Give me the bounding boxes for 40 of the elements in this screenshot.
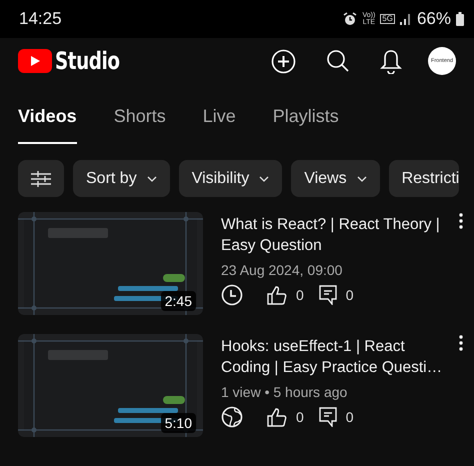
search-icon[interactable]	[326, 49, 350, 73]
duration-badge: 2:45	[160, 291, 196, 311]
video-title[interactable]: What is React? | React Theory | Easy Question	[221, 214, 456, 256]
filter-chip[interactable]: Restricti	[388, 160, 460, 197]
duration-badge: 5:10	[160, 413, 196, 433]
filter-button[interactable]	[18, 160, 64, 197]
alarm-icon	[343, 12, 358, 26]
filter-sliders-icon	[30, 170, 52, 188]
like-count: 0	[296, 287, 304, 303]
chevron-down-icon	[356, 176, 367, 182]
battery-percent: 66%	[416, 9, 451, 29]
clock-icon	[221, 284, 243, 306]
app-title: Studio	[55, 47, 120, 75]
tab[interactable]: Videos	[18, 84, 77, 144]
tab[interactable]: Playlists	[272, 84, 339, 144]
comment-icon	[318, 407, 337, 427]
filter-chip[interactable]: Views	[291, 160, 380, 197]
signal-icon	[400, 13, 412, 25]
thumbs-up-icon	[267, 407, 287, 427]
tab[interactable]: Live	[202, 84, 236, 144]
filter-chip[interactable]: Visibility	[178, 160, 282, 197]
tab[interactable]: Shorts	[114, 84, 166, 144]
notification-bell-icon[interactable]	[380, 48, 402, 74]
play-logo-icon	[18, 49, 52, 73]
thumbs-up-icon	[267, 285, 287, 305]
network-label: 5G	[380, 14, 395, 24]
clock-time: 14:25	[19, 9, 63, 29]
filter-chip[interactable]: Sort by	[73, 160, 170, 197]
comment-icon	[318, 285, 337, 305]
chevron-down-icon	[146, 176, 157, 182]
create-icon[interactable]	[271, 48, 296, 74]
globe-icon	[221, 406, 243, 428]
chevron-down-icon	[259, 176, 270, 182]
like-count: 0	[296, 409, 304, 425]
comment-count: 0	[346, 409, 354, 425]
video-meta: 1 view • 5 hours ago	[221, 384, 348, 400]
video-meta: 23 Aug 2024, 09:00	[221, 262, 344, 278]
comment-count: 0	[346, 287, 354, 303]
video-title[interactable]: Hooks: useEffect-1 | React Coding | Easy Practice Questi…	[221, 336, 456, 378]
battery-icon	[456, 12, 464, 26]
